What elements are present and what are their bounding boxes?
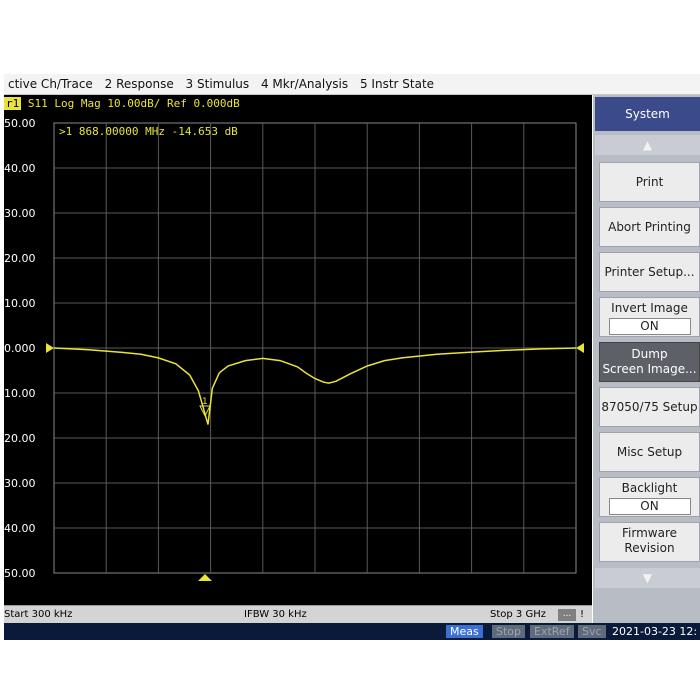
y-tick-label: 40.00 bbox=[4, 522, 36, 535]
reference-right-arrow-icon bbox=[576, 343, 584, 353]
abort-printing-button[interactable]: Abort Printing bbox=[599, 207, 700, 247]
datetime: 2021-03-23 12: bbox=[612, 625, 698, 638]
firmware-label-line2: Revision bbox=[624, 541, 675, 555]
print-button[interactable]: Print bbox=[599, 162, 700, 202]
y-tick-label: 20.00 bbox=[4, 432, 36, 445]
printer-setup-label: Printer Setup... bbox=[604, 265, 695, 279]
setup-87050-label: 87050/75 Setup bbox=[601, 400, 698, 414]
y-tick-label: 10.00 bbox=[4, 297, 36, 310]
marker-stimulus-indicator-icon bbox=[197, 574, 212, 581]
menu-active-ch-trace[interactable]: ctive Ch/Trace bbox=[4, 74, 97, 91]
y-tick-label: 10.00 bbox=[4, 387, 36, 400]
analyzer-display: 1 r1 S11 Log Mag 10.00dB/ Ref 0.000dB >1… bbox=[4, 95, 592, 605]
y-tick-label: 50.00 bbox=[4, 567, 36, 580]
status-more-button[interactable]: ... bbox=[558, 609, 576, 621]
y-tick-label: 30.00 bbox=[4, 477, 36, 490]
backlight-button[interactable]: Backlight ON bbox=[599, 477, 700, 517]
menu-mkr-analysis[interactable]: 4 Mkr/Analysis bbox=[257, 74, 352, 91]
scroll-down-icon[interactable]: ▼ bbox=[595, 568, 700, 588]
ifbw-value[interactable]: IFBW 30 kHz bbox=[244, 609, 307, 620]
stop-frequency[interactable]: Stop 3 GHz bbox=[490, 609, 546, 620]
dump-label-line1: Dump bbox=[631, 347, 668, 361]
softkey-panel: System ▲ Print Abort Printing Printer Se… bbox=[593, 95, 700, 623]
trace-badge: r1 bbox=[4, 97, 22, 110]
marker-label: 1 bbox=[202, 397, 208, 407]
extref-indicator: ExtRef bbox=[530, 625, 574, 638]
backlight-value: ON bbox=[608, 498, 691, 515]
print-label: Print bbox=[635, 175, 664, 189]
status-warning: ! bbox=[580, 609, 585, 620]
printer-setup-button[interactable]: Printer Setup... bbox=[599, 252, 700, 292]
invert-image-label: Invert Image bbox=[611, 301, 688, 315]
softkey-menu-title: System bbox=[595, 97, 700, 131]
stop-indicator: Stop bbox=[492, 625, 526, 638]
menu-bar: ctive Ch/Trace 2 Response 3 Stimulus 4 M… bbox=[4, 74, 700, 95]
svc-indicator: Svc bbox=[578, 625, 606, 638]
backlight-label: Backlight bbox=[621, 481, 678, 495]
y-tick-label: 50.00 bbox=[4, 117, 36, 130]
invert-image-button[interactable]: Invert Image ON bbox=[599, 297, 700, 337]
y-tick-label: 30.00 bbox=[4, 207, 36, 220]
menu-stimulus[interactable]: 3 Stimulus bbox=[182, 74, 254, 91]
firmware-label-line1: Firmware bbox=[622, 526, 677, 540]
trace-title: r1 S11 Log Mag 10.00dB/ Ref 0.000dB bbox=[4, 97, 240, 111]
y-tick-label: 40.00 bbox=[4, 162, 36, 175]
dump-label-line2: Screen Image... bbox=[602, 362, 697, 376]
meas-indicator: Meas bbox=[446, 625, 483, 638]
dump-screen-image-button[interactable]: Dump Screen Image... bbox=[599, 342, 700, 382]
abort-printing-label: Abort Printing bbox=[608, 220, 691, 234]
status-bar: Start 300 kHz IFBW 30 kHz Stop 3 GHz ...… bbox=[4, 605, 592, 624]
invert-image-value: ON bbox=[608, 318, 691, 335]
setup-87050-button[interactable]: 87050/75 Setup bbox=[599, 387, 700, 427]
menu-response[interactable]: 2 Response bbox=[101, 74, 178, 91]
scroll-up-icon[interactable]: ▲ bbox=[595, 135, 700, 155]
reference-left-arrow-icon bbox=[46, 343, 54, 353]
misc-setup-label: Misc Setup bbox=[616, 445, 683, 459]
instrument-status-bar: Meas Stop ExtRef Svc 2021-03-23 12: bbox=[4, 623, 700, 640]
misc-setup-button[interactable]: Misc Setup bbox=[599, 432, 700, 472]
y-tick-label: 20.00 bbox=[4, 252, 36, 265]
firmware-revision-button[interactable]: Firmware Revision bbox=[599, 522, 700, 562]
start-frequency[interactable]: Start 300 kHz bbox=[4, 609, 72, 620]
marker-readout: >1 868.00000 MHz -14.653 dB bbox=[59, 125, 238, 138]
y-tick-label: 0.000 bbox=[4, 342, 36, 355]
trace-plot: 1 bbox=[46, 122, 584, 581]
trace-title-text: S11 Log Mag 10.00dB/ Ref 0.000dB bbox=[27, 97, 240, 110]
menu-instr-state[interactable]: 5 Instr State bbox=[356, 74, 438, 91]
